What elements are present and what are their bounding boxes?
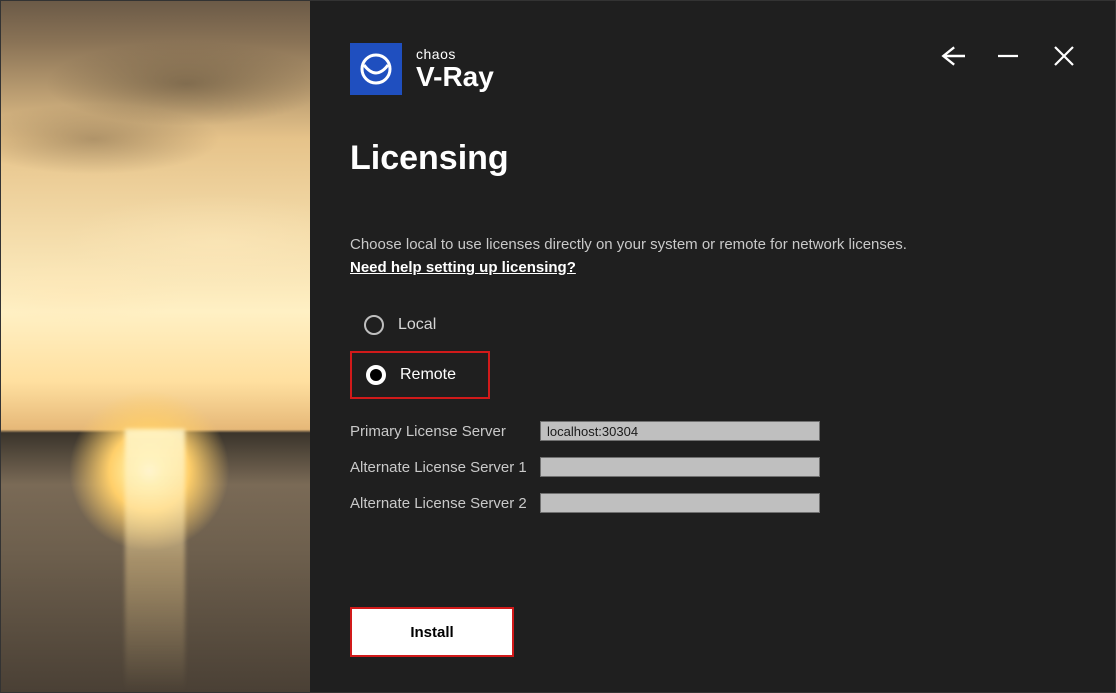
alt-server-2-label: Alternate License Server 2 — [350, 495, 540, 512]
alt-server-2-input[interactable] — [540, 493, 820, 513]
alt-server-2-row: Alternate License Server 2 — [350, 493, 1075, 513]
radio-icon — [364, 315, 384, 335]
page-title: Licensing — [350, 139, 1075, 178]
minimize-button[interactable] — [995, 43, 1021, 69]
brand-main: V-Ray — [416, 63, 494, 91]
primary-server-row: Primary License Server — [350, 421, 1075, 441]
radio-remote-label: Remote — [400, 366, 456, 384]
primary-server-input[interactable] — [540, 421, 820, 441]
close-button[interactable] — [1051, 43, 1077, 69]
brand-top: chaos — [416, 47, 494, 61]
radio-local[interactable]: Local — [350, 305, 1075, 345]
license-mode-group: Local Remote — [350, 305, 1075, 399]
back-button[interactable] — [939, 43, 965, 69]
primary-server-label: Primary License Server — [350, 423, 540, 440]
radio-remote[interactable]: Remote — [350, 351, 490, 399]
product-logo-text: chaos V-Ray — [416, 47, 494, 91]
alt-server-1-input[interactable] — [540, 457, 820, 477]
window-controls — [939, 43, 1077, 69]
install-button-label: Install — [410, 624, 453, 641]
vray-logo-icon — [350, 43, 402, 95]
description-text: Choose local to use licenses directly on… — [350, 236, 1075, 253]
content-panel: chaos V-Ray Licensing Choose local to us… — [310, 1, 1115, 692]
server-fields: Primary License Server Alternate License… — [350, 421, 1075, 513]
radio-local-label: Local — [398, 316, 436, 334]
install-highlight: Install — [350, 607, 514, 657]
radio-icon — [366, 365, 386, 385]
alt-server-1-label: Alternate License Server 1 — [350, 459, 540, 476]
installer-window: chaos V-Ray Licensing Choose local to us… — [0, 0, 1116, 693]
help-link[interactable]: Need help setting up licensing? — [350, 259, 576, 276]
hero-image-sunset — [1, 1, 310, 692]
install-button[interactable]: Install — [357, 614, 507, 650]
alt-server-1-row: Alternate License Server 1 — [350, 457, 1075, 477]
